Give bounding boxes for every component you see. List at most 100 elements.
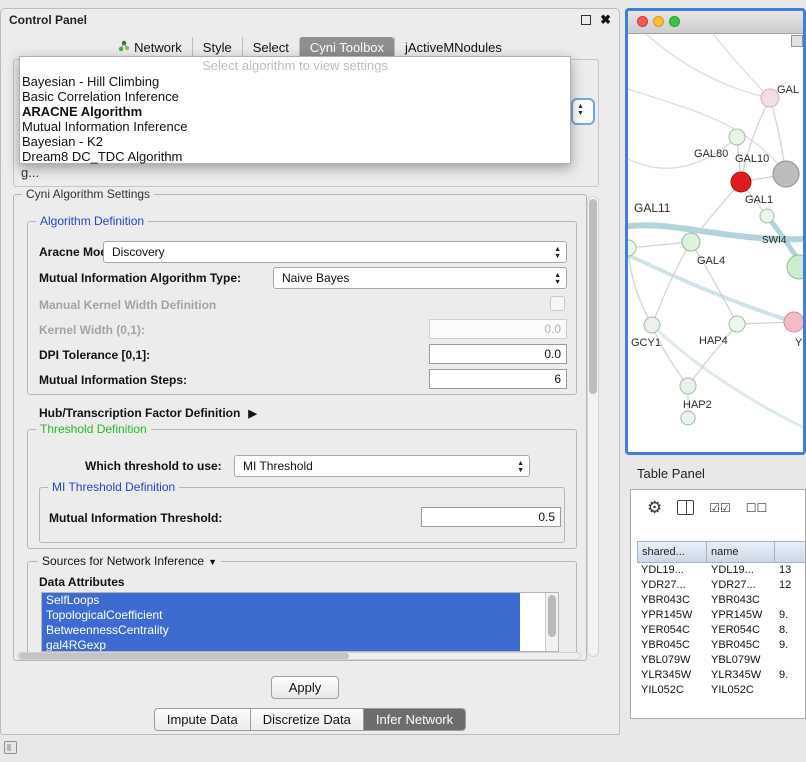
- minimize-traffic-light[interactable]: [653, 16, 664, 27]
- close-icon[interactable]: ✖: [600, 14, 611, 25]
- list-item-selected[interactable]: BetweennessCentrality: [42, 623, 520, 638]
- network-node[interactable]: [628, 240, 636, 256]
- column-chooser-icon[interactable]: [677, 500, 694, 515]
- float-window-icon[interactable]: [581, 15, 591, 25]
- list-item-selected[interactable]: gal4RGexp: [42, 638, 520, 652]
- kernel-width-field[interactable]: 0.0: [429, 319, 567, 339]
- table-cell[interactable]: YBL079W: [707, 653, 775, 668]
- mi-type-select[interactable]: Naive Bayes ▲▼: [273, 267, 567, 289]
- network-node[interactable]: [773, 161, 799, 187]
- network-canvas[interactable]: GALGAL80GAL10GAL11GAL1SWI4GAL4GCY1HAP4YH…: [628, 34, 803, 453]
- network-edge[interactable]: [652, 325, 688, 386]
- table-cell[interactable]: 9.: [775, 668, 806, 683]
- table-cell[interactable]: YPR145W: [637, 608, 707, 623]
- table-cell[interactable]: YLR345W: [707, 668, 775, 683]
- which-threshold-select[interactable]: MI Threshold ▲▼: [234, 455, 530, 477]
- table-row[interactable]: YBL079WYBL079W: [637, 653, 806, 668]
- table-row[interactable]: YLR345WYLR345W9.: [637, 668, 806, 683]
- table-cell[interactable]: YER054C: [707, 623, 775, 638]
- zoom-traffic-light[interactable]: [669, 16, 680, 27]
- tab-cyni-toolbox[interactable]: Cyni Toolbox: [299, 37, 394, 58]
- mi-threshold-field[interactable]: 0.5: [421, 507, 561, 527]
- table-row[interactable]: YER054CYER054C8.: [637, 623, 806, 638]
- manual-kernel-checkbox[interactable]: [550, 296, 565, 311]
- table-row[interactable]: YDL19...YDL19...13: [637, 563, 806, 578]
- table-cell[interactable]: YBR045C: [707, 638, 775, 653]
- horizontal-scrollbar[interactable]: [17, 652, 581, 660]
- settings-vertical-scrollbar[interactable]: [587, 196, 599, 657]
- column-header[interactable]: shared...: [637, 541, 707, 563]
- table-cell[interactable]: YLR345W: [637, 668, 707, 683]
- table-cell[interactable]: 9.: [775, 638, 806, 653]
- table-row[interactable]: YBR045CYBR045C9.: [637, 638, 806, 653]
- birdseye-toggle-icon[interactable]: [791, 35, 803, 47]
- dropdown-item[interactable]: Basic Correlation Inference: [20, 89, 570, 104]
- dropdown-item-selected[interactable]: ARACNE Algorithm: [20, 104, 570, 119]
- hub-definition-toggle[interactable]: Hub/Transcription Factor Definition▶: [39, 406, 257, 420]
- table-row[interactable]: YPR145WYPR145W9.: [637, 608, 806, 623]
- select-all-checkboxes-icon[interactable]: ☑☑: [709, 501, 731, 515]
- table-cell[interactable]: YDL19...: [707, 563, 775, 578]
- network-node[interactable]: [644, 317, 660, 333]
- column-header[interactable]: [775, 541, 806, 563]
- table-cell[interactable]: YDL19...: [637, 563, 707, 578]
- network-node[interactable]: [731, 172, 751, 192]
- list-item-selected[interactable]: TopologicalCoefficient: [42, 608, 520, 623]
- table-cell[interactable]: 8.: [775, 623, 806, 638]
- network-edge[interactable]: [713, 34, 770, 98]
- table-cell[interactable]: YER054C: [637, 623, 707, 638]
- tab-style[interactable]: Style: [192, 37, 242, 58]
- tab-impute-data[interactable]: Impute Data: [155, 709, 250, 730]
- network-edge[interactable]: [741, 98, 770, 182]
- dropdown-item[interactable]: Bayesian - Hill Climbing: [20, 74, 570, 89]
- scrollbar-thumb[interactable]: [589, 199, 597, 394]
- table-cell[interactable]: [775, 593, 806, 608]
- deselect-all-checkboxes-icon[interactable]: ☐☐: [746, 501, 768, 515]
- table-row[interactable]: YIL052CYIL052C: [637, 683, 806, 698]
- dropdown-item[interactable]: Bayesian - K2: [20, 134, 570, 149]
- network-node[interactable]: [760, 209, 774, 223]
- network-node[interactable]: [729, 316, 745, 332]
- mi-steps-field[interactable]: 6: [429, 369, 567, 389]
- table-row[interactable]: YDR27...YDR27...12: [637, 578, 806, 593]
- network-node[interactable]: [680, 378, 696, 394]
- table-cell[interactable]: YBL079W: [637, 653, 707, 668]
- table-cell[interactable]: YDR27...: [707, 578, 775, 593]
- network-node[interactable]: [784, 312, 803, 332]
- table-cell[interactable]: YIL052C: [637, 683, 707, 698]
- table-cell[interactable]: 13: [775, 563, 806, 578]
- network-node[interactable]: [729, 129, 745, 145]
- network-window-titlebar[interactable]: [628, 11, 803, 34]
- tab-select[interactable]: Select: [242, 37, 299, 58]
- scrollbar-thumb[interactable]: [19, 653, 349, 659]
- column-header[interactable]: name: [707, 541, 775, 563]
- table-cell[interactable]: YDR27...: [637, 578, 707, 593]
- dropdown-item[interactable]: Mutual Information Inference: [20, 119, 570, 134]
- network-edge[interactable]: [688, 324, 737, 386]
- table-cell[interactable]: YBR043C: [637, 593, 707, 608]
- table-cell[interactable]: YIL052C: [707, 683, 775, 698]
- table-cell[interactable]: [775, 653, 806, 668]
- table-cell[interactable]: YPR145W: [707, 608, 775, 623]
- dpi-tolerance-field[interactable]: 0.0: [429, 344, 567, 364]
- table-cell[interactable]: 12: [775, 578, 806, 593]
- sources-toggle[interactable]: Sources for Network Inference▼: [38, 554, 221, 568]
- tab-infer-network[interactable]: Infer Network: [363, 709, 465, 730]
- gear-icon[interactable]: ⚙: [647, 499, 662, 516]
- tab-jactivemodules[interactable]: jActiveMNodules: [394, 37, 512, 58]
- table-cell[interactable]: YBR045C: [637, 638, 707, 653]
- network-node[interactable]: [682, 233, 700, 251]
- list-vertical-scrollbar[interactable]: [545, 593, 558, 651]
- scrollbar-thumb[interactable]: [548, 595, 556, 637]
- network-edge[interactable]: [652, 242, 691, 325]
- table-cell[interactable]: [775, 683, 806, 698]
- tab-network[interactable]: Network: [108, 37, 192, 58]
- network-edge[interactable]: [646, 34, 770, 98]
- apply-button[interactable]: Apply: [271, 676, 339, 699]
- table-cell[interactable]: 9.: [775, 608, 806, 623]
- network-node[interactable]: [681, 411, 695, 425]
- table-cell[interactable]: YBR043C: [707, 593, 775, 608]
- algorithm-combobox-arrows[interactable]: ▲▼: [571, 98, 595, 125]
- dock-panel-icon[interactable]: [4, 741, 17, 754]
- dropdown-item[interactable]: Dream8 DC_TDC Algorithm: [20, 149, 570, 164]
